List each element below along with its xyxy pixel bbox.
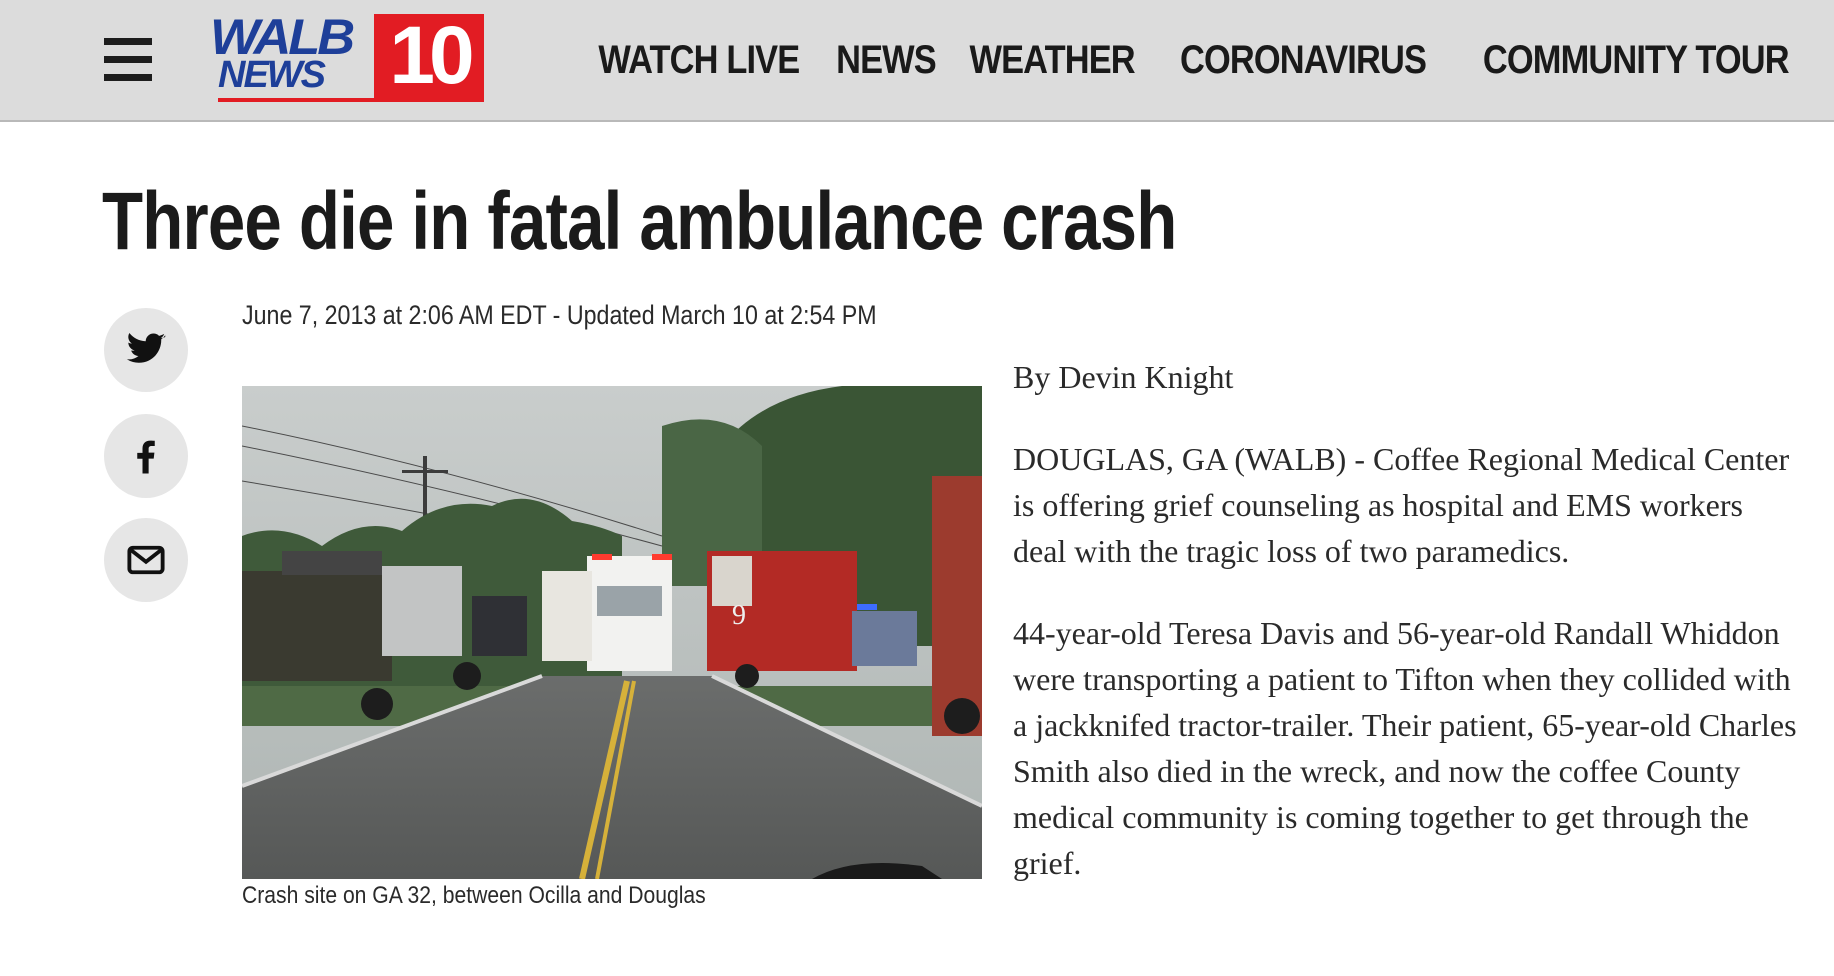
menu-icon[interactable] [104, 38, 152, 82]
article-paragraph: DOUGLAS, GA (WALB) - Coffee Regional Med… [1013, 441, 1790, 569]
article-paragraph: 44-year-old Teresa Davis and 56-year-old… [1013, 615, 1797, 881]
article-byline: By Devin Knight [1013, 359, 1234, 395]
article-photo[interactable]: 9 [242, 386, 982, 879]
facebook-icon [137, 440, 155, 474]
share-twitter-button[interactable] [104, 308, 188, 392]
svg-text:9: 9 [732, 600, 746, 631]
article-dateline: June 7, 2013 at 2:06 AM EDT - Updated Ma… [242, 300, 877, 330]
site-header: WALB NEWS 10 WATCH LIVE NEWS WEATHER COR… [0, 0, 1834, 122]
nav-weather[interactable]: WEATHER [970, 34, 1136, 86]
logo-underline [218, 98, 484, 102]
nav-news[interactable]: NEWS [836, 34, 937, 86]
crash-scene-image: 9 [242, 386, 982, 879]
walb-news-10-logo[interactable]: WALB NEWS 10 [208, 12, 484, 102]
share-facebook-button[interactable] [104, 414, 188, 498]
share-email-button[interactable] [104, 518, 188, 602]
photo-caption: Crash site on GA 32, between Ocilla and … [242, 882, 706, 909]
email-icon [127, 545, 165, 575]
twitter-icon [126, 333, 166, 363]
article-headline: Three die in fatal ambulance crash [102, 176, 1177, 267]
main-nav: WATCH LIVE NEWS WEATHER CORONAVIRUS COMM… [596, 34, 1800, 86]
nav-coronavirus[interactable]: CORONAVIRUS [1180, 34, 1427, 86]
nav-community-tour[interactable]: COMMUNITY TOUR [1483, 34, 1790, 86]
logo-number: 10 [374, 14, 484, 98]
logo-news-text: NEWS [218, 54, 326, 96]
nav-watch-live[interactable]: WATCH LIVE [599, 34, 801, 86]
article-body: By Devin Knight DOUGLAS, GA (WALB) - Cof… [1013, 354, 1803, 922]
